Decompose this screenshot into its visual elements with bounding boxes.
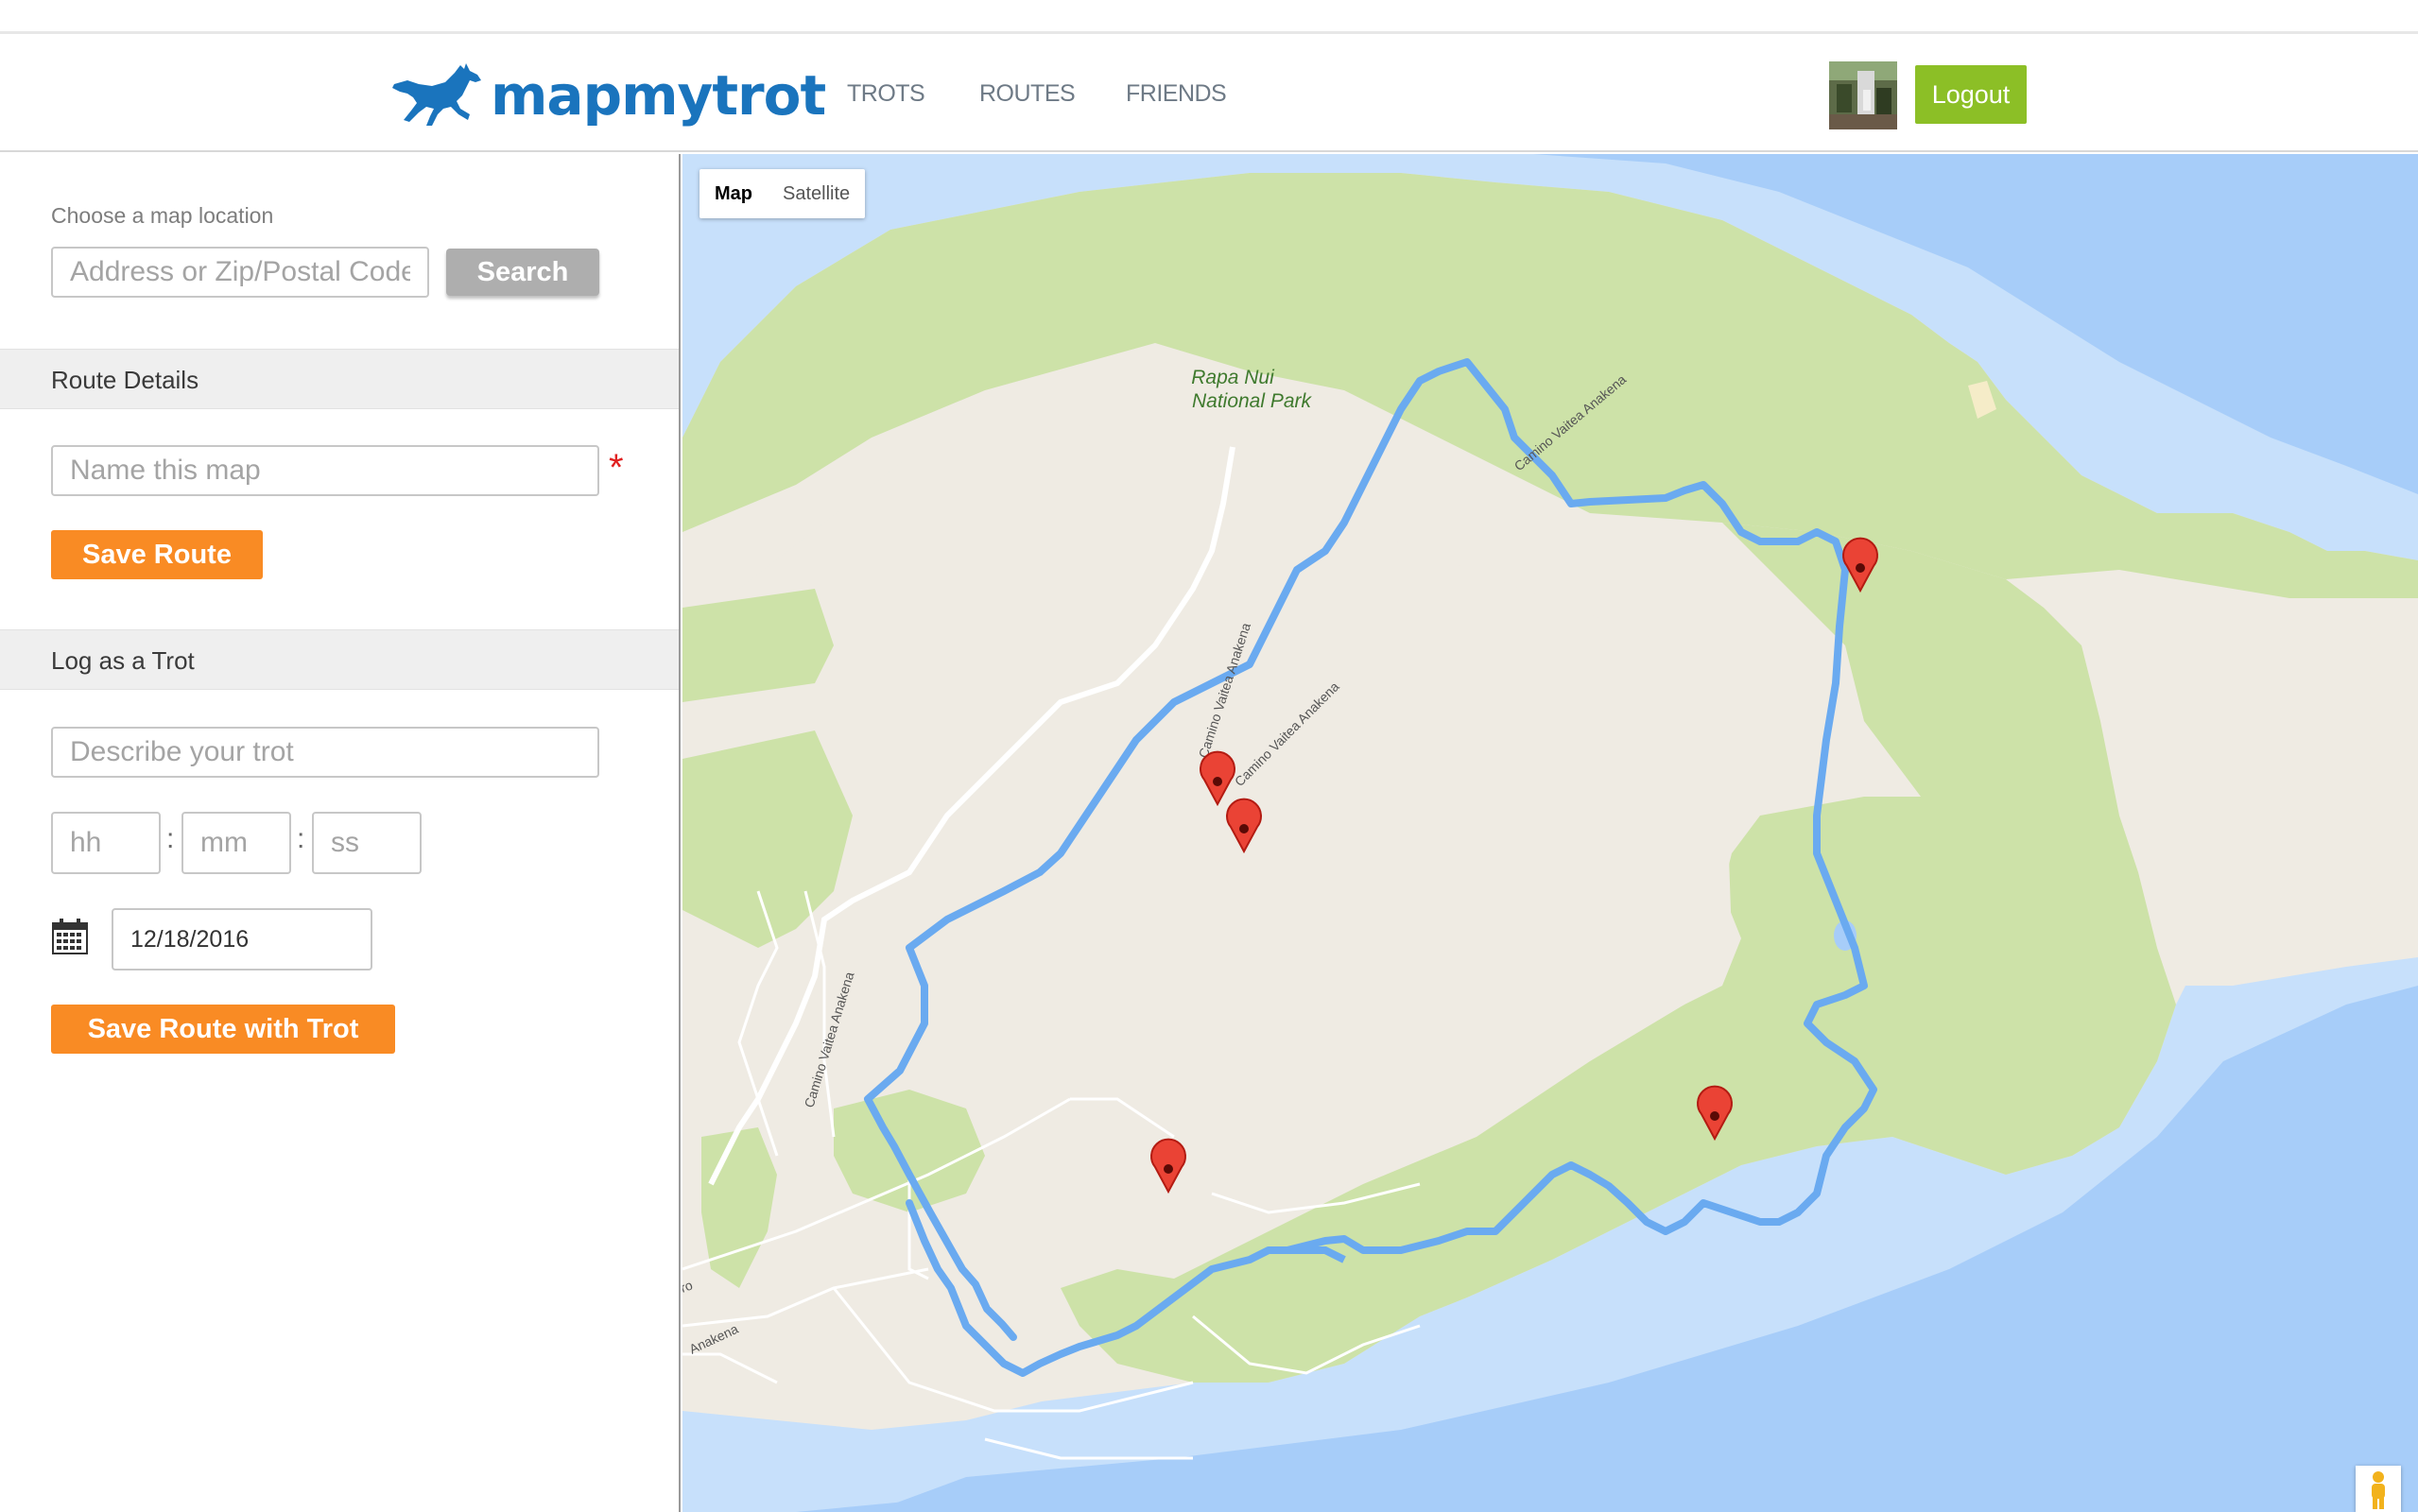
log-trot-title: Log as a Trot (51, 646, 195, 675)
route-details-title: Route Details (51, 366, 199, 394)
map-type-satellite[interactable]: Satellite (768, 169, 865, 218)
logout-button[interactable]: Logout (1915, 65, 2027, 124)
logo-text: mapmytrot (491, 63, 826, 128)
nav-routes[interactable]: ROUTES (979, 80, 1076, 108)
sidebar: Choose a map location Search Route Detai… (0, 154, 681, 1512)
map-graphic: Rapa Nui National Park Camino Vaitea Ana… (682, 154, 2418, 1512)
hours-input[interactable] (51, 812, 161, 874)
site-header: mapmytrot TROTS ROUTES FRIENDS Logout (0, 37, 2418, 152)
time-separator: : (166, 823, 175, 854)
street-view-pegman-icon[interactable] (2356, 1466, 2401, 1512)
horse-logo-icon (392, 63, 481, 126)
required-marker: * (609, 447, 624, 489)
save-route-button[interactable]: Save Route (51, 530, 263, 579)
minutes-input[interactable] (181, 812, 291, 874)
avatar[interactable] (1829, 61, 1897, 129)
location-search-input[interactable] (51, 247, 429, 298)
save-route-with-trot-button[interactable]: Save Route with Trot (51, 1005, 395, 1054)
location-label: Choose a map location (51, 203, 274, 228)
route-name-input[interactable] (51, 445, 599, 496)
map-type-control: Map Satellite (699, 169, 866, 218)
route-details-header: Route Details (0, 349, 679, 409)
nav-friends[interactable]: FRIENDS (1126, 80, 1227, 108)
log-trot-header: Log as a Trot (0, 629, 679, 690)
seconds-input[interactable] (312, 812, 422, 874)
map-type-map[interactable]: Map (699, 169, 768, 218)
calendar-icon[interactable] (51, 918, 89, 955)
browser-top-strip (0, 0, 2418, 34)
time-separator: : (297, 823, 305, 854)
search-button[interactable]: Search (446, 249, 599, 296)
trot-description-input[interactable] (51, 727, 599, 778)
nav-trots[interactable]: TROTS (847, 80, 925, 108)
park-label-line2: National Park (1192, 390, 1313, 412)
park-label-line1: Rapa Nui (1191, 367, 1275, 388)
logo[interactable]: mapmytrot (390, 60, 826, 131)
map-canvas[interactable]: Rapa Nui National Park Camino Vaitea Ana… (682, 154, 2418, 1512)
date-input[interactable] (112, 908, 372, 971)
app-root: mapmytrot TROTS ROUTES FRIENDS Logout Ch… (0, 0, 2418, 1512)
